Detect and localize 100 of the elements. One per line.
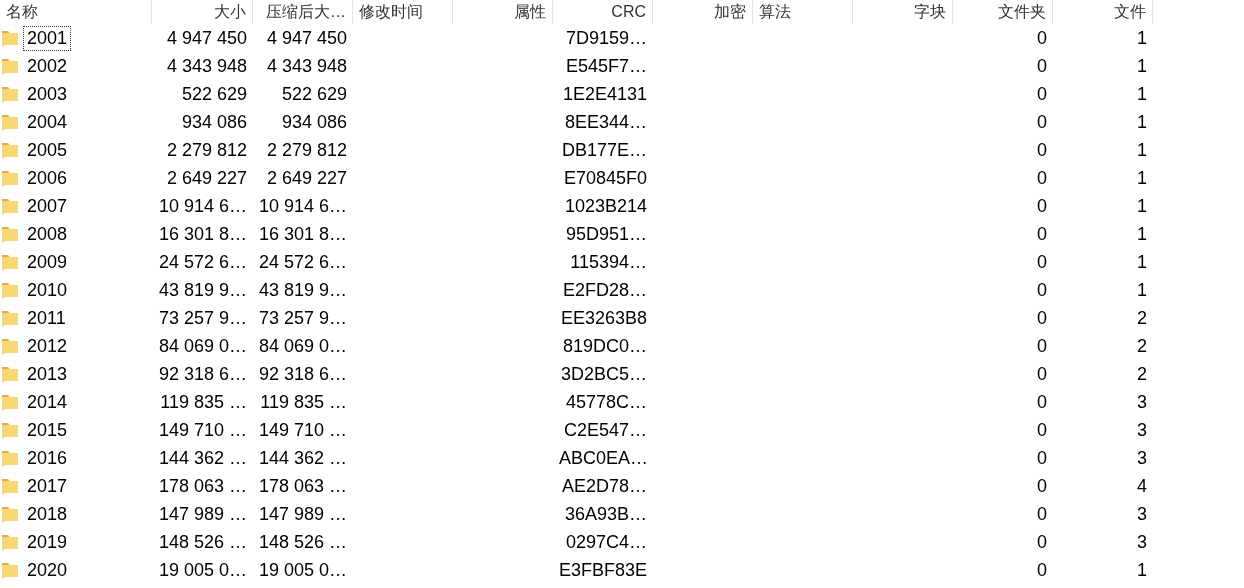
table-cell: 16 301 8…	[158, 223, 247, 244]
table-cell: 2 649 227	[166, 167, 247, 188]
table-cell: 148 526 …	[259, 531, 348, 552]
table-cell: 178 063 …	[259, 475, 348, 496]
table-cell: 10 914 6…	[158, 195, 247, 216]
table-cell: 1	[1137, 83, 1147, 104]
table-cell: 4 343 948	[166, 55, 247, 76]
column-header[interactable]: 压缩后大…	[253, 0, 353, 24]
folder-name[interactable]: 2014	[24, 390, 71, 414]
folder-name[interactable]: 2020	[24, 558, 71, 582]
table-cell: 0	[1037, 167, 1047, 188]
folder-icon	[2, 365, 18, 383]
folder-name[interactable]: 2013	[24, 362, 71, 386]
table-cell: 178 063 …	[158, 475, 247, 496]
table-cell: 144 362 …	[259, 447, 348, 468]
column-header[interactable]: 大小	[152, 0, 253, 24]
table-cell: 84 069 0…	[158, 335, 247, 356]
folder-name[interactable]: 2005	[24, 138, 71, 162]
table-cell: 84 069 0…	[259, 335, 348, 356]
folder-icon	[2, 57, 18, 75]
table-cell: 0	[1037, 195, 1047, 216]
table-cell: 1E2E4131	[562, 83, 647, 104]
table-cell: 8EE344…	[564, 111, 647, 132]
table-cell: EE3263B8	[560, 307, 647, 328]
folder-name[interactable]: 2008	[24, 222, 71, 246]
table-cell: 0	[1037, 279, 1047, 300]
folder-name[interactable]: 2001	[24, 26, 71, 50]
column-header[interactable]: 文件	[1053, 0, 1153, 24]
table-cell: 19 005 0…	[259, 559, 348, 580]
table-cell: 0	[1037, 475, 1047, 496]
table-cell: 1	[1137, 559, 1147, 580]
folder-name[interactable]: 2004	[24, 110, 71, 134]
table-cell: 144 362 …	[158, 447, 247, 468]
table-cell: E70845F0	[563, 167, 647, 188]
table-cell: 24 572 6…	[259, 251, 348, 272]
table-cell: 522 629	[181, 83, 247, 104]
folder-name[interactable]: 2012	[24, 334, 71, 358]
folder-name[interactable]: 2016	[24, 446, 71, 470]
table-cell: 0	[1037, 363, 1047, 384]
table-cell: 1023B214	[564, 195, 647, 216]
table-cell: 2	[1137, 307, 1147, 328]
table-cell: 819DC0…	[562, 335, 647, 356]
table-cell: 0	[1037, 559, 1047, 580]
table-cell: 149 710 …	[158, 419, 247, 440]
column-header[interactable]: CRC	[553, 0, 653, 24]
table-cell: 119 835 …	[160, 391, 247, 412]
table-cell: AE2D78…	[561, 475, 647, 496]
table-cell: 1	[1137, 27, 1147, 48]
table-cell: 73 257 9…	[259, 307, 348, 328]
table-cell: 3D2BC5…	[560, 363, 647, 384]
table-cell: 0	[1037, 251, 1047, 272]
table-cell: 1	[1137, 279, 1147, 300]
folder-icon	[2, 393, 18, 411]
table-cell: 147 989 …	[158, 503, 247, 524]
folder-name[interactable]: 2007	[24, 194, 71, 218]
table-cell: 92 318 6…	[259, 363, 348, 384]
column-header[interactable]: 修改时间	[353, 0, 453, 24]
table-cell: 0	[1037, 419, 1047, 440]
folder-icon	[2, 505, 18, 523]
table-cell: 115394…	[570, 251, 647, 272]
table-cell: E545F7…	[565, 55, 647, 76]
table-cell: E3FBF83E	[559, 559, 648, 580]
folder-name[interactable]: 2018	[24, 502, 71, 526]
column-header[interactable]: 加密	[653, 0, 753, 24]
table-cell: 1	[1137, 111, 1147, 132]
folder-name[interactable]: 2017	[24, 474, 71, 498]
folder-icon	[2, 141, 18, 159]
folder-icon	[2, 561, 18, 579]
table-cell: 0	[1037, 503, 1047, 524]
folder-name[interactable]: 2019	[24, 530, 71, 554]
folder-name[interactable]: 2009	[24, 250, 71, 274]
column-header[interactable]: 算法	[753, 0, 853, 24]
table-cell: 19 005 0…	[158, 559, 247, 580]
folder-icon	[2, 337, 18, 355]
table-cell: 45778C…	[565, 391, 647, 412]
folder-icon	[2, 281, 18, 299]
table-cell: 2	[1137, 335, 1147, 356]
table-cell: 3	[1137, 419, 1147, 440]
table-cell: 934 086	[181, 111, 247, 132]
table-cell: 2 649 227	[266, 167, 347, 188]
folder-name[interactable]: 2011	[24, 306, 69, 330]
folder-name[interactable]: 2006	[24, 166, 71, 190]
table-cell: 0	[1037, 531, 1047, 552]
table-cell: 0	[1037, 27, 1047, 48]
folder-name[interactable]: 2003	[24, 82, 71, 106]
folder-icon	[2, 197, 18, 215]
folder-name[interactable]: 2002	[24, 54, 71, 78]
folder-icon	[2, 449, 18, 467]
folder-name[interactable]: 2010	[24, 278, 71, 302]
table-cell: 16 301 8…	[259, 223, 348, 244]
folder-name[interactable]: 2015	[24, 418, 71, 442]
column-header[interactable]: 文件夹	[953, 0, 1053, 24]
table-cell: DB177E…	[561, 139, 647, 160]
table-cell: 3	[1137, 503, 1147, 524]
table-cell: 2 279 812	[166, 139, 247, 160]
column-header[interactable]: 名称	[0, 0, 152, 24]
table-cell: 148 526 …	[158, 531, 247, 552]
column-header[interactable]: 字块	[853, 0, 953, 24]
table-cell: 934 086	[281, 111, 347, 132]
column-header[interactable]: 属性	[453, 0, 553, 24]
